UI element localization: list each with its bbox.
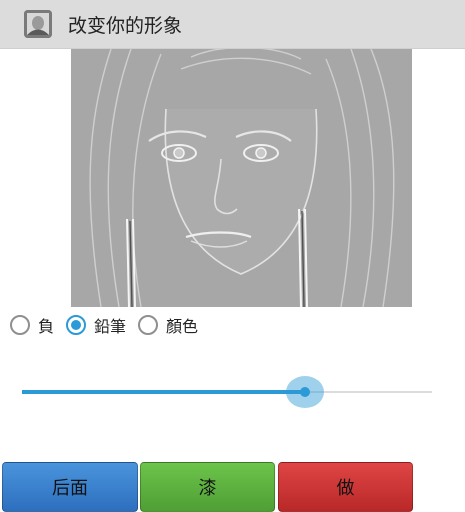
radio-button[interactable]: [10, 315, 30, 335]
do-button[interactable]: 做: [278, 462, 413, 512]
radio-label: 負: [38, 317, 55, 336]
radio-button[interactable]: [138, 315, 159, 335]
slider-track-fill[interactable]: [22, 390, 305, 394]
title-bar: 改变你的形象: [0, 0, 465, 49]
sketch-portrait-image: [71, 49, 412, 307]
paint-button[interactable]: 漆: [140, 462, 275, 512]
app-title: 改变你的形象: [68, 15, 183, 37]
radio-pencil[interactable]: 鉛筆: [66, 313, 126, 337]
radio-label: 鉛筆: [94, 317, 127, 336]
slider-thumb[interactable]: [300, 387, 310, 397]
radio-negative[interactable]: 負: [10, 313, 54, 337]
intensity-slider[interactable]: [22, 372, 432, 412]
app-portrait-icon: [24, 10, 52, 38]
radio-button-selected[interactable]: [66, 315, 87, 335]
radio-color[interactable]: 顏色: [138, 313, 198, 337]
back-button[interactable]: 后面: [2, 462, 138, 512]
effect-radio-group: 負 鉛筆 顏色: [10, 312, 210, 338]
radio-label: 顏色: [166, 317, 199, 336]
